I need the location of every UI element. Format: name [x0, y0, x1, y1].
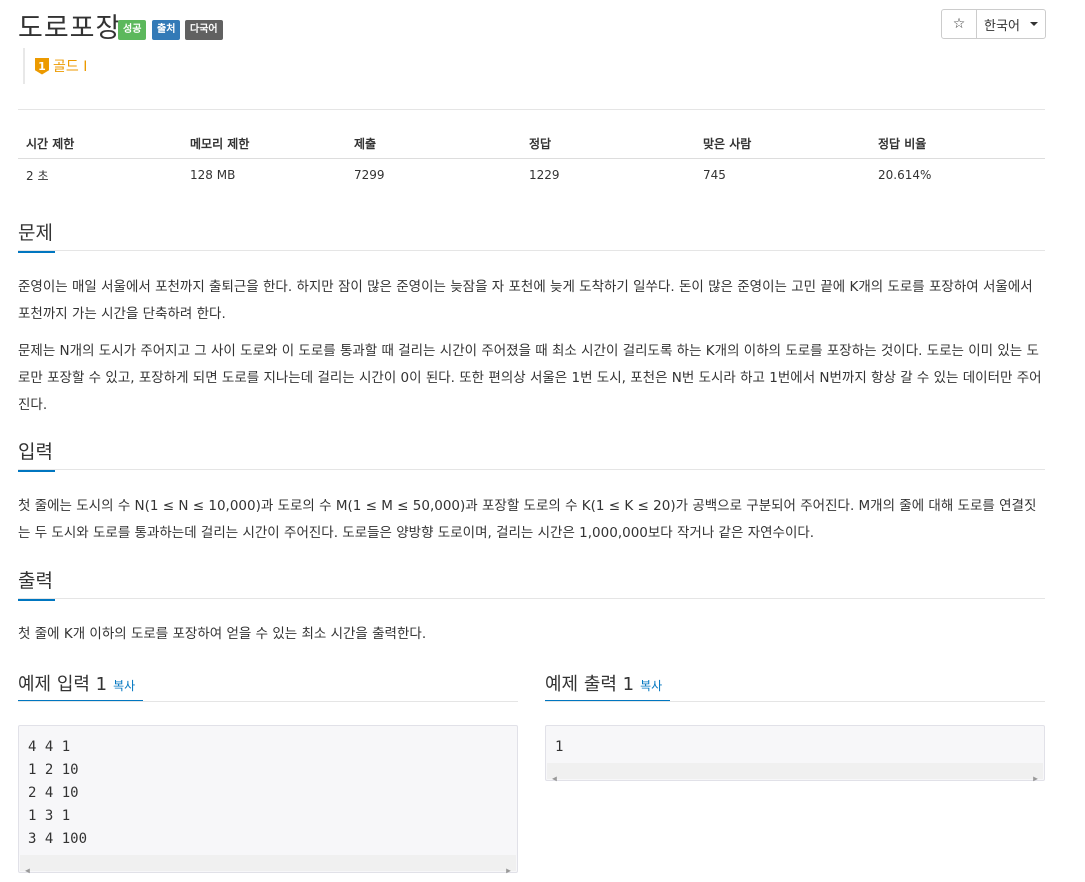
copy-sample-output-button[interactable]: 복사 — [640, 679, 662, 693]
memory-limit-value: 128 MB — [190, 168, 236, 182]
solved-users-value[interactable]: 745 — [695, 159, 870, 192]
sample-output-box[interactable]: 1 ◀ ▶ — [545, 725, 1045, 783]
sample-input-box[interactable]: 4 4 1 1 2 10 2 4 10 1 3 1 3 4 100 ◀ ▶ — [18, 725, 518, 875]
caret-down-icon — [1029, 22, 1038, 26]
section-divider — [18, 598, 1045, 599]
section-title-output: 출력 — [18, 566, 55, 601]
table-row: 2 초 128 MB 7299 1229 745 20.614% — [18, 159, 1045, 192]
table-header-row: 시간 제한 메모리 제한 제출 정답 맞은 사람 정답 비율 — [18, 128, 1045, 159]
badge-success[interactable]: 성공 — [118, 20, 147, 40]
section-title-problem: 문제 — [18, 218, 55, 253]
section-title-input: 입력 — [18, 437, 55, 472]
sample-input-divider — [18, 701, 518, 702]
problem-actions: ☆ 한국어 — [941, 9, 1046, 39]
star-button[interactable]: ☆ — [942, 10, 977, 38]
section-title-text: 출력 — [18, 570, 53, 592]
sample-output-divider — [545, 701, 1045, 702]
language-dropdown[interactable]: 한국어 — [977, 10, 1045, 38]
accept-ratio-value: 20.614% — [878, 168, 932, 182]
section-underline — [18, 251, 55, 253]
scroll-left-icon[interactable]: ◀ — [25, 859, 30, 882]
header-time-limit: 시간 제한 — [18, 128, 182, 159]
sample-input-title: 예제 입력 1 복사 — [18, 670, 135, 696]
tier-label: 골드 I — [53, 59, 88, 75]
star-icon: ☆ — [952, 16, 966, 32]
sample-input-scrollbar[interactable]: ◀ ▶ — [20, 855, 516, 875]
accepted-value[interactable]: 1229 — [521, 159, 695, 192]
problem-info-table: 시간 제한 메모리 제한 제출 정답 맞은 사람 정답 비율 2 초 128 M… — [18, 128, 1045, 191]
sample-output-title-text: 예제 출력 1 — [545, 674, 635, 695]
problem-title: 도로포장 — [18, 13, 122, 44]
divider — [18, 109, 1045, 110]
section-divider — [18, 250, 1045, 251]
sample-output-code: 1 — [555, 739, 564, 755]
tier-badge[interactable]: 1 골드 I — [23, 48, 87, 84]
scroll-right-icon[interactable]: ▶ — [506, 859, 511, 882]
sample-input-code: 4 4 1 1 2 10 2 4 10 1 3 1 3 4 100 — [28, 739, 88, 847]
header-accepted: 정답 — [521, 128, 695, 159]
output-description: 첫 줄에 K개 이하의 도로를 포장하여 얻을 수 있는 최소 시간을 출력한다… — [18, 626, 427, 642]
submissions-value[interactable]: 7299 — [346, 159, 521, 192]
header-accept-ratio: 정답 비율 — [870, 128, 1045, 159]
sample-input-title-text: 예제 입력 1 — [18, 674, 108, 695]
gold-tier-icon: 1 — [35, 57, 49, 75]
section-underline — [18, 599, 55, 601]
badge-source[interactable]: 출처 — [152, 20, 181, 40]
section-underline — [18, 470, 55, 472]
language-label: 한국어 — [984, 18, 1020, 34]
header-submissions: 제출 — [346, 128, 521, 159]
scroll-left-icon[interactable]: ◀ — [552, 767, 557, 790]
sample-output-scrollbar[interactable]: ◀ ▶ — [547, 763, 1043, 783]
time-limit-value: 2 초 — [26, 168, 49, 183]
section-title-text: 입력 — [18, 441, 53, 463]
scroll-right-icon[interactable]: ▶ — [1033, 767, 1038, 790]
copy-sample-input-button[interactable]: 복사 — [113, 679, 135, 693]
header-memory-limit: 메모리 제한 — [182, 128, 346, 159]
section-title-text: 문제 — [18, 222, 53, 244]
problem-description-p2: 문제는 N개의 도시가 주어지고 그 사이 도로와 이 도로를 통과할 때 걸리… — [18, 343, 1042, 413]
header-solved-users: 맞은 사람 — [695, 128, 870, 159]
input-description: 첫 줄에는 도시의 수 N(1 ≤ N ≤ 10,000)과 도로의 수 M(1… — [18, 498, 1037, 541]
section-divider — [18, 469, 1045, 470]
problem-description-p1: 준영이는 매일 서울에서 포천까지 출퇴근을 한다. 하지만 잠이 많은 준영이… — [18, 279, 1033, 322]
sample-output-title: 예제 출력 1 복사 — [545, 670, 662, 696]
badge-multilang[interactable]: 다국어 — [185, 20, 223, 40]
